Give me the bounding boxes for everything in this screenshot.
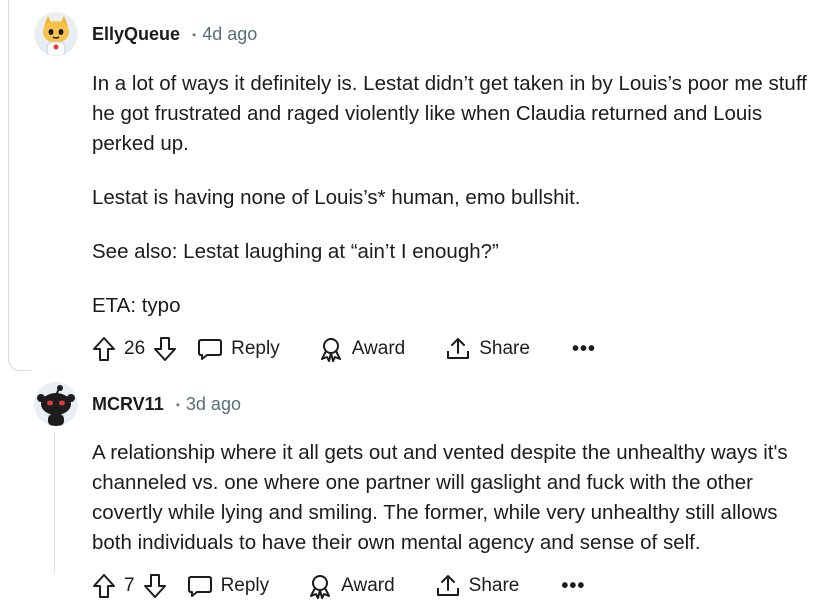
vote-count: 26 (124, 338, 146, 359)
comment-meta: MCRV11 • 3d ago (92, 394, 241, 415)
comment-bubble-icon (187, 576, 212, 597)
thread-line-bottom (54, 432, 55, 572)
dark-snoo-avatar-icon (34, 382, 78, 426)
reply-button[interactable]: Reply (197, 337, 280, 361)
award-button[interactable]: Award (307, 573, 395, 599)
upvote-button[interactable] (92, 336, 116, 362)
downvote-arrow-icon (154, 337, 177, 361)
comment-body: A relationship where it all gets out and… (92, 438, 822, 582)
vote-count: 7 (124, 575, 135, 596)
reply-label: Reply (220, 575, 270, 596)
share-button[interactable]: Share (445, 336, 530, 362)
author-name[interactable]: EllyQueue (92, 24, 180, 45)
reply-label: Reply (231, 338, 280, 359)
avatar[interactable] (34, 12, 78, 56)
award-label: Award (341, 575, 395, 596)
reply-button[interactable]: Reply (187, 574, 270, 598)
downvote-button[interactable] (153, 336, 177, 362)
meta-separator: • (175, 397, 180, 412)
share-upload-icon (447, 338, 470, 359)
downvote-arrow-icon (143, 574, 166, 598)
award-label: Award (351, 338, 406, 359)
comment-paragraph: ETA: typo (92, 294, 181, 317)
thread-branch (8, 340, 31, 371)
thread-line-top (8, 0, 9, 360)
award-ribbon-icon (320, 338, 341, 362)
meta-separator: • (192, 27, 197, 42)
award-button[interactable]: Award (318, 336, 406, 362)
upvote-button[interactable] (92, 573, 116, 599)
comment-paragraph: See also: Lestat laughing at “ain’t I en… (92, 240, 499, 263)
more-dots-icon: ••• (571, 337, 596, 360)
award-ribbon-icon (310, 575, 331, 599)
upvote-arrow-icon (93, 337, 115, 361)
comment-paragraph: Lestat is having none of Louis’s* human,… (92, 186, 581, 209)
cat-snoo-avatar-icon (34, 12, 78, 56)
comment-time[interactable]: 4d ago (202, 24, 257, 45)
comment-actions: 26 Reply Award Share ••• (92, 336, 596, 362)
comment-meta: EllyQueue • 4d ago (92, 24, 257, 45)
share-label: Share (468, 575, 520, 596)
share-label: Share (479, 338, 530, 359)
share-upload-icon (436, 575, 459, 596)
upvote-arrow-icon (93, 574, 115, 598)
comment-paragraph: In a lot of ways it definitely is. Lesta… (92, 72, 807, 155)
comment-paragraph: A relationship where it all gets out and… (92, 441, 788, 554)
comment-bubble-icon (198, 339, 223, 360)
more-options-button[interactable]: ••• (561, 575, 585, 598)
more-options-button[interactable]: ••• (572, 338, 596, 361)
downvote-button[interactable] (143, 573, 167, 599)
avatar[interactable] (34, 382, 78, 426)
share-button[interactable]: Share (435, 573, 520, 599)
more-dots-icon: ••• (561, 574, 586, 597)
comment-time[interactable]: 3d ago (186, 394, 241, 415)
author-name[interactable]: MCRV11 (92, 394, 164, 415)
comment-body: In a lot of ways it definitely is. Lesta… (92, 69, 822, 345)
comment-actions: 7 Reply Award Share ••• (92, 573, 585, 599)
